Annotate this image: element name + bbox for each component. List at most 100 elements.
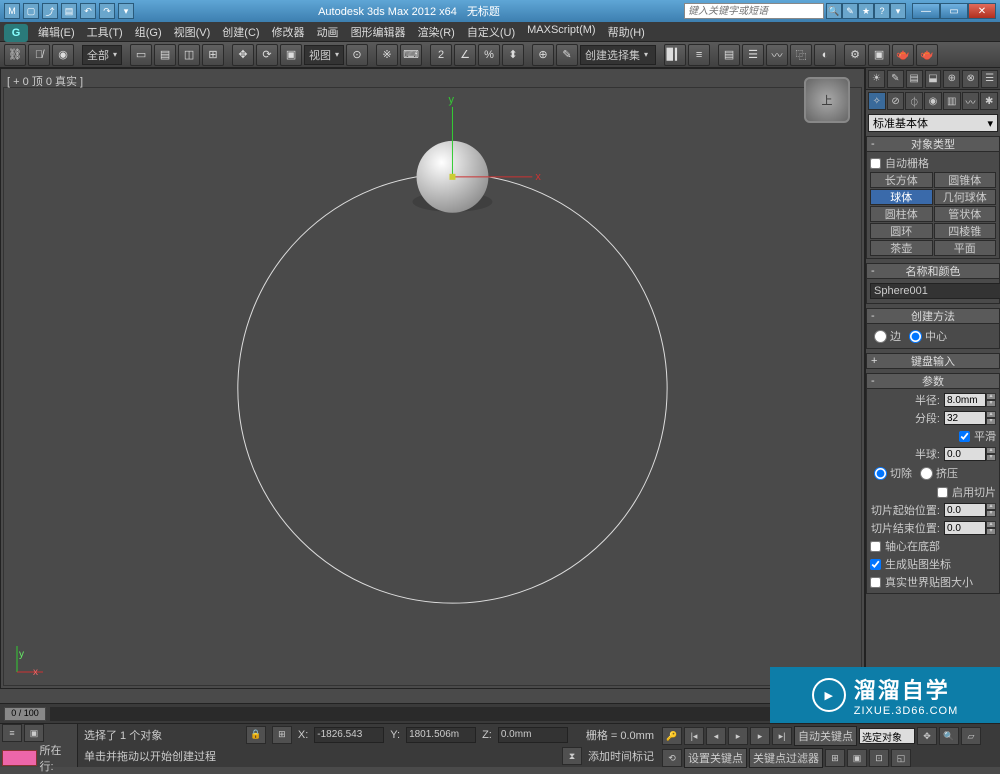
keymode-icon[interactable]: ⌨ (400, 44, 422, 66)
scale-icon[interactable]: ▣ (280, 44, 302, 66)
minimize-button[interactable]: — (912, 3, 940, 19)
center-radio[interactable] (909, 330, 922, 343)
script-mini-icon[interactable]: ≡ (2, 724, 22, 742)
setkey-label[interactable]: 设置关键点 (684, 748, 747, 768)
goto-end-icon[interactable]: ▸| (772, 727, 792, 745)
extra-tab[interactable]: ✱ (980, 92, 998, 110)
key-icon[interactable]: 🔑 (662, 727, 682, 745)
snap-spinner-icon[interactable]: ⬍ (502, 44, 524, 66)
render-last-icon[interactable]: 🫖 (916, 44, 938, 66)
link-icon[interactable]: ⛓ (4, 44, 26, 66)
manip-icon[interactable]: ※ (376, 44, 398, 66)
nav-min-icon[interactable]: ◱ (891, 749, 911, 767)
primitive-圆锥体[interactable]: 圆锥体 (934, 172, 997, 188)
menu-MAXScript(M)[interactable]: MAXScript(M) (521, 22, 601, 42)
tool-d-icon[interactable]: ▾ (890, 3, 906, 19)
timetag-icon[interactable]: ⧗ (562, 747, 582, 765)
menu-工具(T)[interactable]: 工具(T) (81, 22, 129, 42)
named-selection-combo[interactable]: 创建选择集 (580, 45, 656, 65)
selection-filter-combo[interactable]: 全部 (82, 45, 122, 65)
nav-pan-icon[interactable]: ✥ (917, 727, 937, 745)
edge-radio[interactable] (874, 330, 887, 343)
new-icon[interactable]: ▢ (23, 3, 39, 19)
select-name-icon[interactable]: ▤ (154, 44, 176, 66)
modify-tab[interactable]: ⊘ (887, 92, 905, 110)
close-button[interactable]: ✕ (968, 3, 996, 19)
radius-down[interactable]: ▾ (986, 400, 996, 407)
rollout-params[interactable]: -参数 (866, 373, 1000, 389)
segs-up[interactable]: ▴ (986, 411, 996, 418)
play-icon[interactable]: ▸ (728, 727, 748, 745)
mirror-icon[interactable]: ▊▎ (664, 44, 686, 66)
rollout-namecolor[interactable]: -名称和颜色 (866, 263, 1000, 279)
sliceto-input[interactable] (944, 521, 986, 535)
move-icon[interactable]: ✥ (232, 44, 254, 66)
tool6-icon[interactable]: ☰ (981, 70, 998, 88)
sliceon-checkbox[interactable] (937, 487, 948, 498)
slicefrom-input[interactable] (944, 503, 986, 517)
x-coord-input[interactable] (314, 727, 384, 743)
tool-a-icon[interactable]: ✎ (842, 3, 858, 19)
snap-angle-icon[interactable]: ∠ (454, 44, 476, 66)
bind-icon[interactable]: ◉ (52, 44, 74, 66)
object-category-dropdown[interactable]: 标准基本体 (868, 114, 998, 132)
menu-创建(C)[interactable]: 创建(C) (216, 22, 265, 42)
edit-sel-icon[interactable]: ✎ (556, 44, 578, 66)
primitive-圆环[interactable]: 圆环 (870, 223, 933, 239)
primitive-球体[interactable]: 球体 (870, 189, 933, 205)
align-icon[interactable]: ≡ (688, 44, 710, 66)
named-sel-icon[interactable]: ⊕ (532, 44, 554, 66)
menu-动画[interactable]: 动画 (311, 22, 345, 42)
nav-fov-icon[interactable]: ▱ (961, 727, 981, 745)
rotate-icon[interactable]: ⟳ (256, 44, 278, 66)
segs-input[interactable] (944, 411, 986, 425)
render-setup-icon[interactable]: ⚙ (844, 44, 866, 66)
menu-图形编辑器[interactable]: 图形编辑器 (345, 22, 412, 42)
hemi-up[interactable]: ▴ (986, 447, 996, 454)
tool4-icon[interactable]: ⊕ (943, 70, 960, 88)
pivot-icon[interactable]: ⊙ (346, 44, 368, 66)
save-icon[interactable]: ▤ (61, 3, 77, 19)
rollout-createmethod[interactable]: -创建方法 (866, 308, 1000, 324)
viewport[interactable]: [ + 0 顶 0 真实 ] 上 x y yx (0, 68, 865, 689)
snap-2d-icon[interactable]: 2 (430, 44, 452, 66)
nav-zoom-icon[interactable]: 🔍 (939, 727, 959, 745)
menu-编辑(E)[interactable]: 编辑(E) (32, 22, 81, 42)
primitive-管状体[interactable]: 管状体 (934, 206, 997, 222)
render-icon[interactable]: 🫖 (892, 44, 914, 66)
tool-c-icon[interactable]: ? (874, 3, 890, 19)
light-icon[interactable]: ☀ (868, 70, 885, 88)
tool5-icon[interactable]: ⊗ (962, 70, 979, 88)
motion-tab[interactable]: ◉ (924, 92, 942, 110)
segs-down[interactable]: ▾ (986, 418, 996, 425)
material-icon[interactable]: ◐ (814, 44, 836, 66)
realworld-checkbox[interactable] (870, 577, 881, 588)
curve-editor-icon[interactable]: 〰 (766, 44, 788, 66)
rollout-kbentry[interactable]: +键盘输入 (866, 353, 1000, 369)
primitive-茶壶[interactable]: 茶壶 (870, 240, 933, 256)
key-target-combo[interactable] (859, 728, 915, 744)
base-checkbox[interactable] (870, 541, 881, 552)
app-icon[interactable]: M (4, 3, 20, 19)
ref-coord-combo[interactable]: 视图 (304, 45, 344, 65)
select-region-icon[interactable]: ◫ (178, 44, 200, 66)
maximize-button[interactable]: ▭ (940, 3, 968, 19)
menu-帮助(H)[interactable]: 帮助(H) (602, 22, 651, 42)
nav-all-icon[interactable]: ⊡ (869, 749, 889, 767)
menu-组(G)[interactable]: 组(G) (129, 22, 168, 42)
schematic-icon[interactable]: ⿻ (790, 44, 812, 66)
autogrid-checkbox[interactable] (870, 158, 881, 169)
primitive-圆柱体[interactable]: 圆柱体 (870, 206, 933, 222)
select-icon[interactable]: ▭ (130, 44, 152, 66)
script-rec-icon[interactable]: ▣ (24, 724, 44, 742)
app-logo-icon[interactable]: G (4, 24, 28, 42)
menu-渲染(R)[interactable]: 渲染(R) (412, 22, 461, 42)
z-coord-input[interactable] (498, 727, 568, 743)
render-frame-icon[interactable]: ▣ (868, 44, 890, 66)
open-icon[interactable]: ⤴ (42, 3, 58, 19)
menu-自定义(U)[interactable]: 自定义(U) (461, 22, 521, 42)
tool-b-icon[interactable]: ★ (858, 3, 874, 19)
timetag-label[interactable]: 添加时间标记 (588, 748, 654, 764)
layers-icon[interactable]: ▤ (718, 44, 740, 66)
snap-percent-icon[interactable]: % (478, 44, 500, 66)
